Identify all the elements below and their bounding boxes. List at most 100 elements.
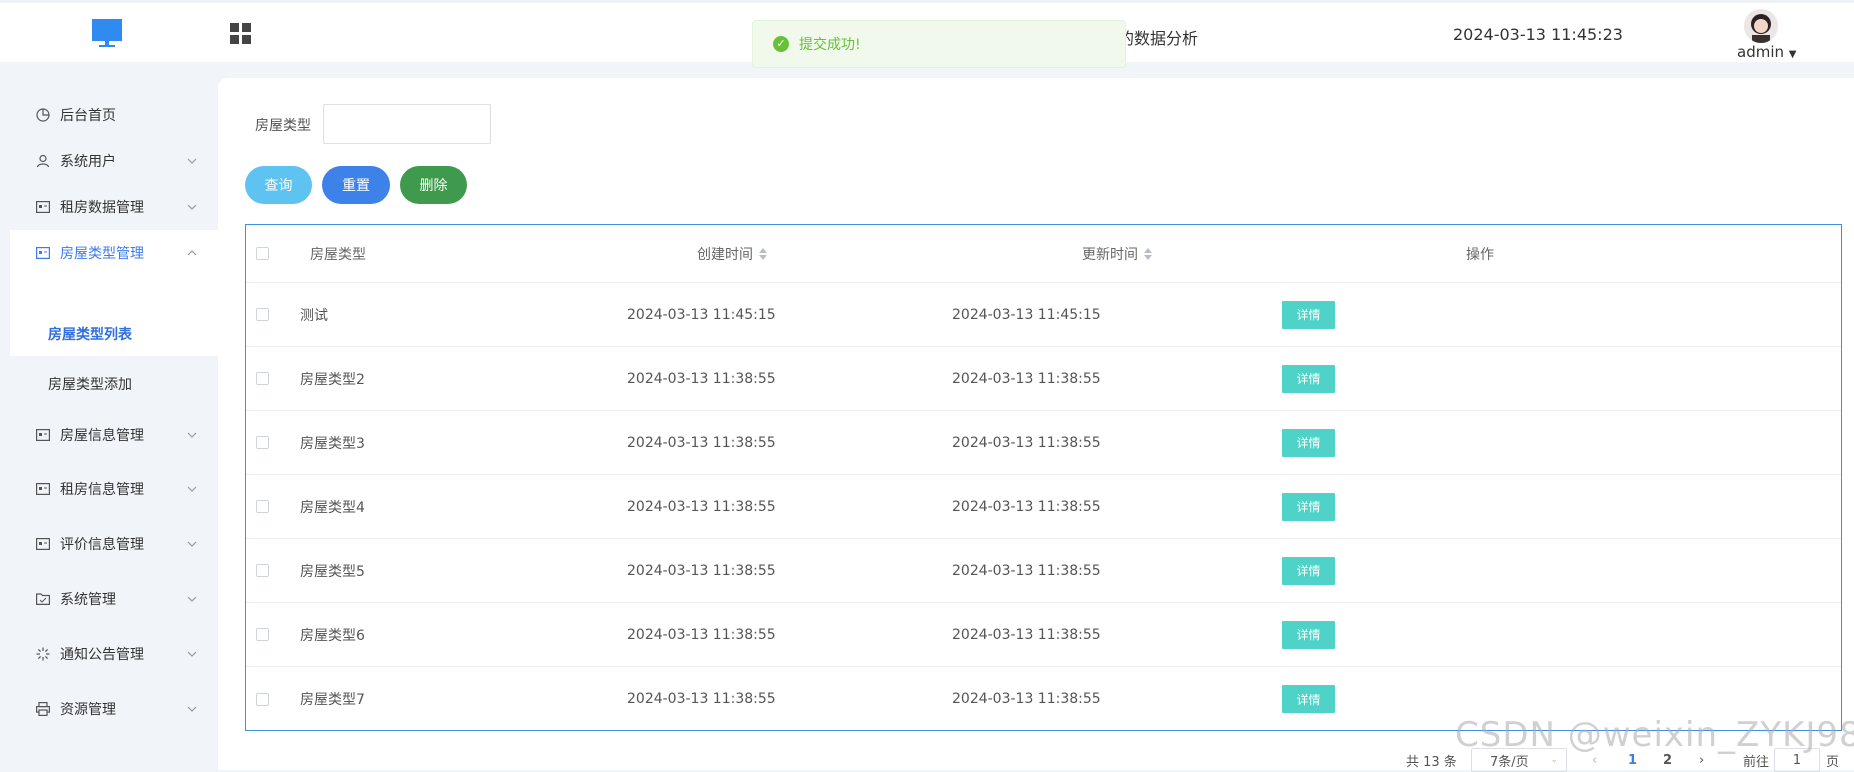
row-checkbox[interactable] (256, 628, 269, 641)
toast-message: 提交成功! (799, 37, 861, 53)
table-header: 房屋类型 创建时间 更新时间 操作 (246, 225, 1841, 283)
detail-button[interactable]: 详情 (1282, 300, 1335, 329)
chevron-up-icon (187, 250, 197, 256)
chevron-down-icon (187, 706, 197, 712)
card-icon (34, 481, 52, 497)
cell-type: 测试 (300, 307, 328, 324)
row-checkbox[interactable] (256, 500, 269, 513)
table-row: 房屋类型6 2024-03-13 11:38:55 2024-03-13 11:38… (246, 603, 1841, 667)
filter-label: 房屋类型 (255, 118, 311, 134)
detail-button[interactable]: 详情 (1282, 492, 1335, 521)
watermark: CSDN @weixin_ZYKJ985 (1455, 715, 1854, 755)
column-header-label: 创建时间 (697, 246, 753, 263)
house-type-table: 房屋类型 创建时间 更新时间 操作 测试 2024-03-13 11:45:15 2… (245, 224, 1842, 731)
delete-button[interactable]: 删除 (400, 166, 467, 204)
query-button[interactable]: 查询 (245, 166, 312, 204)
printer-icon (34, 701, 52, 717)
chevron-down-icon (187, 541, 197, 547)
cell-type: 房屋类型4 (300, 499, 365, 516)
sidebar-item-system-users[interactable]: 系统用户 (10, 138, 218, 184)
cell-created: 2024-03-13 11:38:55 (627, 498, 776, 515)
sidebar-item-rental-data[interactable]: 租房数据管理 (10, 184, 218, 230)
sidebar-item-rental-info[interactable]: 租房信息管理 (10, 466, 218, 512)
column-header-updated[interactable]: 更新时间 (1082, 225, 1152, 282)
sidebar-item-resources[interactable]: 资源管理 (10, 686, 218, 732)
avatar[interactable] (1744, 9, 1778, 43)
select-all-checkbox[interactable] (256, 247, 269, 260)
pagination-total: 共 13 条 (1406, 754, 1457, 770)
detail-button[interactable]: 详情 (1282, 364, 1335, 393)
submenu-house-type-add[interactable]: 房屋类型添加 (48, 374, 132, 394)
sidebar-item-label: 资源管理 (60, 702, 116, 718)
user-icon (34, 153, 52, 169)
sort-icon[interactable] (759, 247, 767, 260)
sort-icon[interactable] (1144, 247, 1152, 260)
cell-created: 2024-03-13 11:38:55 (627, 626, 776, 643)
cell-created: 2024-03-13 11:45:15 (627, 306, 776, 323)
cell-updated: 2024-03-13 11:38:55 (952, 498, 1101, 515)
cell-created: 2024-03-13 11:38:55 (627, 434, 776, 451)
system-title: 的数据分析 (1118, 29, 1199, 48)
detail-button[interactable]: 详情 (1282, 556, 1335, 585)
row-checkbox[interactable] (256, 436, 269, 449)
sidebar-item-house-info[interactable]: 房屋信息管理 (10, 412, 218, 458)
column-header-created[interactable]: 创建时间 (697, 225, 767, 282)
chevron-down-icon (187, 486, 197, 492)
user-menu[interactable]: admin ▼ (1737, 43, 1796, 61)
sidebar-item-label: 房屋类型管理 (60, 246, 144, 262)
cell-updated: 2024-03-13 11:38:55 (952, 562, 1101, 579)
card-icon (34, 427, 52, 443)
sidebar-item-home[interactable]: 后台首页 (10, 92, 218, 138)
username: admin (1737, 43, 1784, 61)
table-row: 房屋类型2 2024-03-13 11:38:55 2024-03-13 11:38… (246, 347, 1841, 411)
column-header-label: 更新时间 (1082, 246, 1138, 263)
sidebar-item-label: 后台首页 (60, 108, 116, 124)
folder-icon (34, 591, 52, 607)
chevron-down-icon (187, 596, 197, 602)
cell-type: 房屋类型5 (300, 563, 365, 580)
sidebar-item-review-info[interactable]: 评价信息管理 (10, 521, 218, 567)
cell-type: 房屋类型7 (300, 692, 365, 708)
detail-button[interactable]: 详情 (1282, 620, 1335, 649)
row-checkbox[interactable] (256, 372, 269, 385)
submenu-house-type-list[interactable]: 房屋类型列表 (48, 324, 132, 344)
cell-created: 2024-03-13 11:38:55 (627, 370, 776, 387)
reset-button[interactable]: 重置 (322, 166, 390, 204)
sidebar-item-label: 租房数据管理 (60, 200, 144, 216)
pie-icon (34, 107, 52, 123)
cell-updated: 2024-03-13 11:38:55 (952, 434, 1101, 451)
row-checkbox[interactable] (256, 308, 269, 321)
sidebar-item-notices[interactable]: 通知公告管理 (10, 631, 218, 677)
row-checkbox[interactable] (256, 564, 269, 577)
loading-icon (34, 646, 52, 662)
card-icon (34, 199, 52, 215)
row-checkbox[interactable] (256, 692, 269, 706)
detail-button[interactable]: 详情 (1282, 685, 1335, 713)
cell-type: 房屋类型3 (300, 435, 365, 452)
table-row: 房屋类型4 2024-03-13 11:38:55 2024-03-13 11:38… (246, 475, 1841, 539)
column-header-actions: 操作 (1466, 246, 1494, 263)
sidebar-item-label: 租房信息管理 (60, 482, 144, 498)
sidebar-item-system-management[interactable]: 系统管理 (10, 576, 218, 622)
success-toast: ✓ 提交成功! (752, 20, 1126, 68)
card-icon (34, 536, 52, 552)
sidebar-item-house-type[interactable]: 房屋类型管理 (10, 230, 218, 276)
check-circle-icon: ✓ (773, 36, 789, 52)
sidebar-item-label: 评价信息管理 (60, 537, 144, 553)
sidebar-item-label: 房屋信息管理 (60, 428, 144, 444)
monitor-icon[interactable] (92, 19, 122, 49)
cell-type: 房屋类型2 (300, 371, 365, 388)
card-icon (34, 245, 52, 261)
sidebar-item-label: 通知公告管理 (60, 647, 144, 663)
chevron-down-icon (187, 158, 197, 164)
table-row: 房屋类型3 2024-03-13 11:38:55 2024-03-13 11:38… (246, 411, 1841, 475)
detail-button[interactable]: 详情 (1282, 428, 1335, 457)
column-header-type: 房屋类型 (310, 246, 366, 263)
chevron-down-icon: ⌄ (1550, 755, 1558, 765)
house-type-input[interactable] (323, 104, 491, 144)
grid-icon[interactable] (230, 23, 252, 45)
table-row: 测试 2024-03-13 11:45:15 2024-03-13 11:45:15… (246, 283, 1841, 347)
current-datetime: 2024-03-13 11:45:23 (1453, 25, 1623, 44)
cell-updated: 2024-03-13 11:45:15 (952, 306, 1101, 323)
chevron-down-icon (187, 204, 197, 210)
